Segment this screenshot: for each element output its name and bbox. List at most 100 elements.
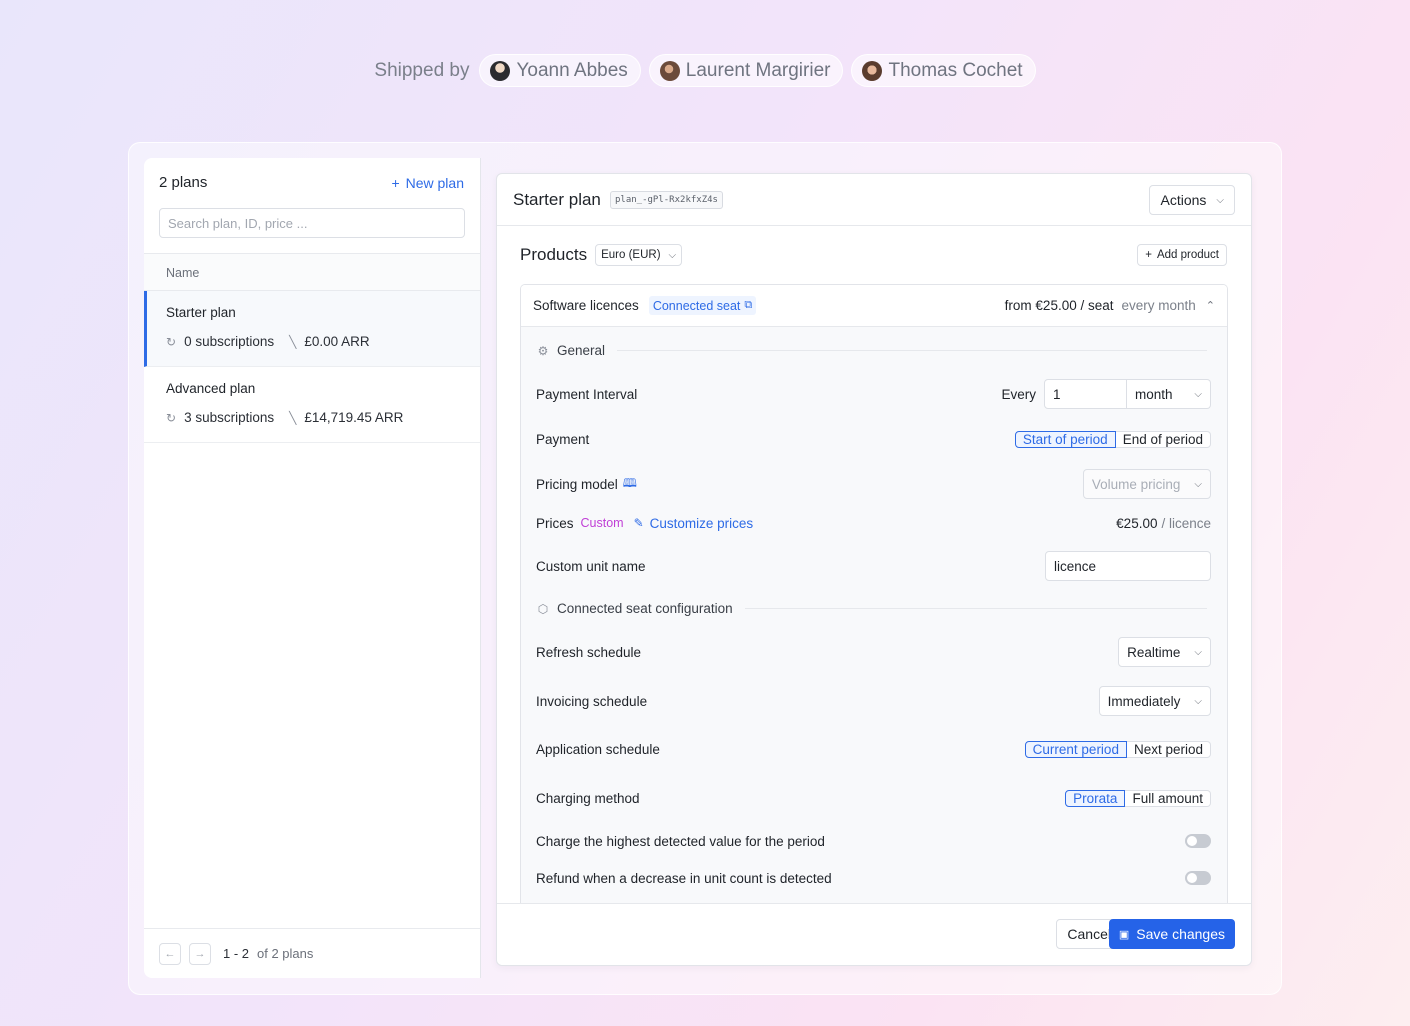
field-label: Application schedule (536, 741, 660, 757)
contributor-name: Laurent Margirier (685, 59, 831, 81)
page-title: Starter plan (513, 190, 601, 209)
save-icon: ▣ (1118, 928, 1130, 941)
sidebar-header: 2 plans + New plan (159, 174, 464, 191)
arr-value: £0.00 ARR (304, 334, 370, 349)
add-product-button[interactable]: + Add product (1137, 244, 1227, 266)
price-display: €25.00 / licence (1116, 516, 1211, 531)
prices-row: Prices Custom ✎ Customize prices €25.00 … (536, 508, 1211, 538)
plan-row-advanced[interactable]: Advanced plan ↻ 3 subscriptions ╲ £14,71… (144, 367, 480, 443)
shipped-by-bar: Shipped by Yoann Abbes Laurent Margirier… (0, 54, 1410, 87)
custom-unit-row: Custom unit name (536, 551, 1211, 581)
currency-value: Euro (EUR) (601, 249, 661, 261)
edit-icon: ✎ (633, 516, 644, 530)
contributor-chip: Yoann Abbes (479, 54, 641, 87)
pricing-model-value: Volume pricing (1091, 476, 1181, 492)
field-label: Payment (536, 431, 590, 447)
field-label: Charge the highest detected value for th… (536, 833, 825, 849)
detail-footer: Cancel ▣ Save changes (497, 903, 1251, 965)
interval-unit-select[interactable]: month ⌵ (1127, 379, 1211, 409)
search-input[interactable] (159, 208, 465, 238)
refund-toggle[interactable] (1185, 871, 1211, 885)
next-period-option[interactable]: Next period (1126, 740, 1211, 758)
plans-sidebar: 2 plans + New plan Name Starter plan ↻ 0… (144, 158, 481, 978)
divider (744, 608, 1207, 609)
pricing-model-row: Pricing model 🕮 Volume pricing ⌵ (536, 469, 1211, 499)
current-period-option[interactable]: Current period (1024, 740, 1127, 758)
price-unit: / licence (1161, 515, 1211, 531)
invoicing-schedule-row: Invoicing schedule Immediately ⌵ (536, 686, 1211, 716)
chevron-down-icon: ⌵ (1216, 194, 1224, 206)
chevron-up-icon[interactable]: ⌃ (1206, 299, 1215, 312)
plan-name: Starter plan (166, 305, 236, 320)
contributor-chip: Laurent Margirier (648, 54, 844, 87)
currency-select[interactable]: Euro (EUR) ⌵ (595, 244, 683, 266)
contributor-name: Yoann Abbes (516, 59, 628, 81)
product-name: Software licences (533, 298, 639, 313)
highest-value-toggle[interactable] (1185, 834, 1211, 848)
charging-segmented: Prorata Full amount (1065, 783, 1211, 813)
custom-unit-input[interactable] (1045, 551, 1211, 581)
field-label: Prices (536, 515, 574, 531)
chevron-down-icon: ⌵ (1194, 388, 1202, 400)
chevron-down-icon: ⌵ (1194, 646, 1202, 658)
page-range: 1 - 2 (223, 946, 250, 961)
prorata-option[interactable]: Prorata (1065, 789, 1126, 807)
divider (617, 350, 1207, 351)
add-product-label: Add product (1156, 249, 1219, 261)
new-plan-button[interactable]: + New plan (391, 175, 464, 191)
plan-name: Advanced plan (166, 381, 256, 396)
refresh-icon: ↻ (166, 410, 177, 425)
customize-prices-link[interactable]: ✎ Customize prices (634, 516, 754, 531)
application-segmented: Current period Next period (1024, 734, 1211, 764)
shipped-by-label: Shipped by (374, 59, 470, 81)
full-amount-option[interactable]: Full amount (1125, 789, 1211, 807)
plans-count: 2 plans (159, 174, 208, 191)
pagination: ← → 1 - 2 of 2 plans (144, 928, 480, 978)
plus-icon: + (1145, 249, 1152, 261)
save-button[interactable]: ▣ Save changes (1108, 919, 1235, 949)
chevron-down-icon: ⌵ (668, 249, 677, 261)
end-of-period-option[interactable]: End of period (1115, 430, 1211, 448)
chart-icon: ╲ (289, 334, 297, 349)
custom-badge: Custom (580, 516, 624, 530)
field-label: Custom unit name (536, 558, 646, 574)
detail-header: Starter plan plan_-gPl-Rx2kfxZ4s Actions… (497, 174, 1251, 226)
chart-icon: ╲ (289, 410, 297, 425)
refresh-schedule-select[interactable]: Realtime ⌵ (1118, 637, 1211, 667)
plan-id-badge[interactable]: plan_-gPl-Rx2kfxZ4s (610, 191, 723, 209)
plan-meta: ↻ 3 subscriptions ╲ £14,719.45 ARR (166, 410, 480, 425)
prev-page-button[interactable]: ← (159, 942, 181, 965)
product-card-header[interactable]: Software licences Connected seat ⧉ from … (521, 285, 1227, 327)
products-title: Products (520, 245, 588, 264)
save-label: Save changes (1136, 926, 1225, 942)
interval-count-input[interactable] (1044, 379, 1127, 409)
contributor-name: Thomas Cochet (888, 59, 1023, 81)
avatar (659, 60, 680, 81)
general-section-header: ⚙ General (536, 343, 1207, 358)
plan-meta: ↻ 0 subscriptions ╲ £0.00 ARR (166, 334, 480, 349)
invoicing-schedule-select[interactable]: Immediately ⌵ (1098, 686, 1211, 716)
contributor-chip: Thomas Cochet (851, 54, 1036, 87)
product-card: Software licences Connected seat ⧉ from … (520, 284, 1228, 906)
actions-dropdown[interactable]: Actions ⌵ (1149, 185, 1235, 215)
charging-method-row: Charging method Prorata Full amount (536, 783, 1211, 813)
name-column-header[interactable]: Name (144, 253, 480, 291)
refresh-schedule-row: Refresh schedule Realtime ⌵ (536, 637, 1211, 667)
plan-row-starter[interactable]: Starter plan ↻ 0 subscriptions ╲ £0.00 A… (144, 291, 480, 367)
field-label: Pricing model (536, 476, 618, 492)
next-page-button[interactable]: → (189, 942, 211, 965)
book-icon[interactable]: 🕮 (623, 474, 637, 495)
avatar (490, 60, 511, 81)
application-schedule-row: Application schedule Current period Next… (536, 734, 1211, 764)
gear-icon: ⚙ (537, 343, 549, 358)
refresh-schedule-value: Realtime (1127, 644, 1181, 660)
pricing-model-select[interactable]: Volume pricing ⌵ (1082, 469, 1211, 499)
chevron-down-icon: ⌵ (1194, 695, 1202, 707)
invoicing-schedule-value: Immediately (1107, 693, 1181, 709)
badge-label: Connected seat (652, 298, 741, 313)
start-of-period-option[interactable]: Start of period (1014, 430, 1116, 448)
connected-seat-section-header: ⬡ Connected seat configuration (536, 601, 1207, 616)
product-price: from €25.00 / seat (1004, 298, 1114, 313)
section-title: General (557, 343, 606, 358)
payment-row: Payment Start of period End of period (536, 424, 1211, 454)
